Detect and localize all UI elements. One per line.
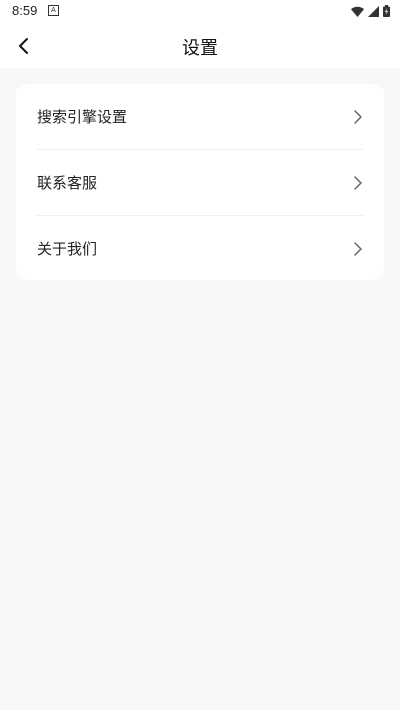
wifi-icon xyxy=(351,6,364,17)
settings-item-about-us[interactable]: 关于我们 xyxy=(37,215,363,281)
signal-icon xyxy=(368,5,379,17)
page-title: 设置 xyxy=(182,38,218,59)
status-time: 8:59 xyxy=(12,3,38,18)
chevron-right-icon xyxy=(354,175,362,190)
a-icon: A xyxy=(48,5,59,16)
status-bar: 8:59 A xyxy=(0,0,400,24)
settings-card: 搜索引擎设置 联系客服 关于我们 xyxy=(16,84,384,280)
settings-item-contact-support[interactable]: 联系客服 xyxy=(37,149,363,215)
settings-item-label: 搜索引擎设置 xyxy=(37,108,128,126)
chevron-right-icon xyxy=(354,109,362,124)
settings-item-label: 关于我们 xyxy=(37,240,98,258)
settings-screen: 8:59 A 设置 搜索引擎设置 联系客服 关于我们 xyxy=(0,0,400,710)
status-icons xyxy=(351,5,390,17)
settings-item-search-engine[interactable]: 搜索引擎设置 xyxy=(37,84,363,149)
battery-icon xyxy=(383,5,390,17)
chevron-right-icon xyxy=(354,241,362,256)
settings-item-label: 联系客服 xyxy=(37,174,98,192)
nav-bar: 设置 xyxy=(0,24,400,68)
